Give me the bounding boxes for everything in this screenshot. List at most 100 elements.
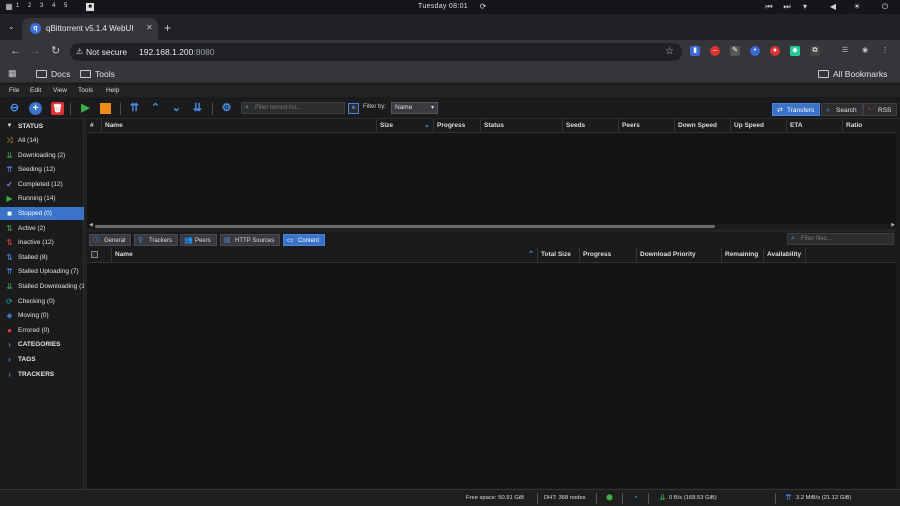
col-file-progress[interactable]: Progress	[580, 248, 637, 263]
extension-shield-icon[interactable]: ▮	[690, 46, 700, 56]
sidebar-status-item[interactable]: ⤨ All (14)	[0, 134, 84, 147]
regex-toggle-icon[interactable]: *	[348, 103, 359, 114]
transfers-button[interactable]: ⇄ Transfers	[772, 103, 821, 116]
workspace-1[interactable]: 1	[16, 3, 19, 9]
tab-search-chevron-icon[interactable]: ⌄	[8, 22, 15, 31]
next-media-icon[interactable]: ⏭	[782, 2, 792, 12]
speed-limit-icon[interactable]: ◔	[631, 493, 640, 502]
menu-edit[interactable]: Edit	[30, 87, 41, 94]
move-top-icon[interactable]: ⇈	[128, 102, 141, 115]
col-total-size[interactable]: Total Size	[538, 248, 580, 263]
menu-tools[interactable]: Tools	[78, 87, 93, 94]
prev-media-icon[interactable]: ⏮	[764, 2, 774, 12]
file-filter-input[interactable]: ⌕ Filter files...	[787, 233, 894, 245]
col-ratio[interactable]: Ratio	[843, 119, 896, 133]
rss-button[interactable]: ◝ RSS	[863, 103, 898, 116]
workspace-5[interactable]: 5	[64, 3, 67, 9]
apps-grid-icon[interactable]: ▦	[8, 68, 17, 79]
start-icon[interactable]: ▶	[79, 102, 92, 115]
filter-by-select[interactable]: Name ▾	[391, 102, 438, 114]
browser-menu-icon[interactable]: ⋮	[880, 46, 890, 56]
options-gear-icon[interactable]: ⚙	[220, 102, 233, 115]
forward-arrow-icon[interactable]: →	[30, 45, 41, 57]
col-status[interactable]: Status	[481, 119, 563, 133]
torrent-filter-input[interactable]: ⌕ Filter torrent list...	[241, 102, 345, 114]
delete-icon[interactable]: 🗑	[51, 102, 64, 115]
move-down-icon[interactable]: ⌄	[170, 102, 183, 115]
col-name[interactable]: Name	[102, 119, 377, 133]
tab-content[interactable]: ▭ Content	[283, 234, 326, 246]
move-up-icon[interactable]: ⌃	[149, 102, 162, 115]
col-down-speed[interactable]: Down Speed	[675, 119, 731, 133]
search-button[interactable]: ⌕ Search	[821, 103, 863, 116]
sidebar-status-item[interactable]: ■ Stopped (0)	[0, 207, 84, 220]
col-peers[interactable]: Peers	[619, 119, 675, 133]
new-tab-button[interactable]: +	[164, 21, 171, 35]
extension-dot-icon[interactable]: •	[750, 46, 760, 56]
security-label[interactable]: Not secure	[86, 47, 127, 57]
sidebar-status-item[interactable]: ◈ Moving (0)	[0, 309, 84, 322]
connection-status-icon[interactable]: ⬢	[605, 493, 614, 502]
extensions-puzzle-icon[interactable]: ⧉	[810, 46, 820, 56]
scroll-left-icon[interactable]: ◀	[89, 222, 93, 228]
tags-section-header[interactable]: › TAGS	[0, 353, 84, 366]
wifi-icon[interactable]: ▾	[800, 2, 810, 12]
menu-help[interactable]: Help	[106, 87, 119, 94]
sidebar-status-item[interactable]: ⇈ Stalled Uploading (7)	[0, 265, 84, 278]
close-tab-icon[interactable]: ✕	[146, 23, 153, 32]
content-table[interactable]: Name ⌃ Total Size Progress Download Prior…	[87, 248, 896, 488]
col-progress[interactable]: Progress	[434, 119, 481, 133]
bookmark-tools[interactable]: Tools	[80, 69, 115, 79]
apps-grid-icon[interactable]: ▦	[4, 2, 14, 12]
profile-icon[interactable]: ◉	[860, 46, 870, 56]
system-clock[interactable]: Tuesday 08:01	[418, 3, 468, 10]
bookmark-star-icon[interactable]: ☆	[665, 46, 674, 57]
stop-icon[interactable]	[100, 103, 111, 114]
scroll-right-icon[interactable]: ▶	[891, 222, 895, 228]
sidebar-status-item[interactable]: ⇈ Seeding (12)	[0, 163, 84, 176]
workspace-4[interactable]: 4	[52, 3, 55, 9]
tab-trackers[interactable]: ⚲ Trackers	[134, 234, 179, 246]
not-secure-icon[interactable]: ⚠	[76, 47, 83, 56]
sidebar-status-item[interactable]: ⟳ Checking (0)	[0, 295, 84, 308]
col-eta[interactable]: ETA	[787, 119, 843, 133]
extension-block-icon[interactable]: –	[710, 46, 720, 56]
col-queue[interactable]: #	[87, 119, 102, 133]
refresh-icon[interactable]: ⟳	[478, 2, 488, 12]
tab-peers[interactable]: 👥 Peers	[180, 234, 217, 246]
menu-view[interactable]: View	[53, 87, 67, 94]
sidebar-status-item[interactable]: ✔ Completed (12)	[0, 178, 84, 191]
col-file-name[interactable]: Name ⌃	[112, 248, 538, 263]
move-bottom-icon[interactable]: ⇊	[191, 102, 204, 115]
add-link-icon[interactable]: ⊖	[8, 102, 21, 115]
extension-green-icon[interactable]: ◆	[790, 46, 800, 56]
workspace-2[interactable]: 2	[28, 3, 31, 9]
bookmark-docs[interactable]: Docs	[36, 69, 70, 79]
categories-section-header[interactable]: › CATEGORIES	[0, 338, 84, 351]
reload-icon[interactable]: ↻	[51, 45, 60, 57]
torrent-table[interactable]: # Name Size ⌄ Progress Status Seeds Peers…	[87, 119, 896, 230]
power-icon[interactable]: ⏻	[880, 2, 890, 12]
sidebar-status-item[interactable]: ● Errored (0)	[0, 324, 84, 337]
col-download-priority[interactable]: Download Priority	[637, 248, 722, 263]
back-arrow-icon[interactable]: ←	[10, 45, 21, 57]
workspace-3[interactable]: 3	[40, 3, 43, 9]
status-section-header[interactable]: ▼ STATUS	[0, 120, 84, 133]
extension-red-icon[interactable]: ●	[770, 46, 780, 56]
sidebar-status-item[interactable]: ▶ Running (14)	[0, 192, 84, 205]
sidebar-status-item[interactable]: ⇊ Downloading (2)	[0, 149, 84, 162]
col-remaining[interactable]: Remaining	[722, 248, 764, 263]
sidebar-status-item[interactable]: ⇅ Inactive (12)	[0, 236, 84, 249]
col-up-speed[interactable]: Up Speed	[731, 119, 787, 133]
trackers-section-header[interactable]: › TRACKERS	[0, 368, 84, 381]
sidebar-status-item[interactable]: ⇅ Active (2)	[0, 222, 84, 235]
add-torrent-icon[interactable]: +	[29, 102, 42, 115]
brightness-icon[interactable]: ☀	[852, 2, 862, 12]
sidebar-status-item[interactable]: ⇊ Stalled Downloading (1)	[0, 280, 84, 293]
extension-pen-icon[interactable]: ✎	[730, 46, 740, 56]
scrollbar-thumb[interactable]	[95, 225, 715, 228]
address-bar[interactable]: ⚠ Not secure 192.168.1.200:8080 ☆	[70, 43, 682, 61]
volume-icon[interactable]: ◀	[828, 2, 838, 12]
tab-general[interactable]: ⓘ General	[89, 234, 132, 246]
browser-tab-qbittorrent[interactable]: q qBittorrent v5.1.4 WebUI ✕	[22, 18, 158, 40]
